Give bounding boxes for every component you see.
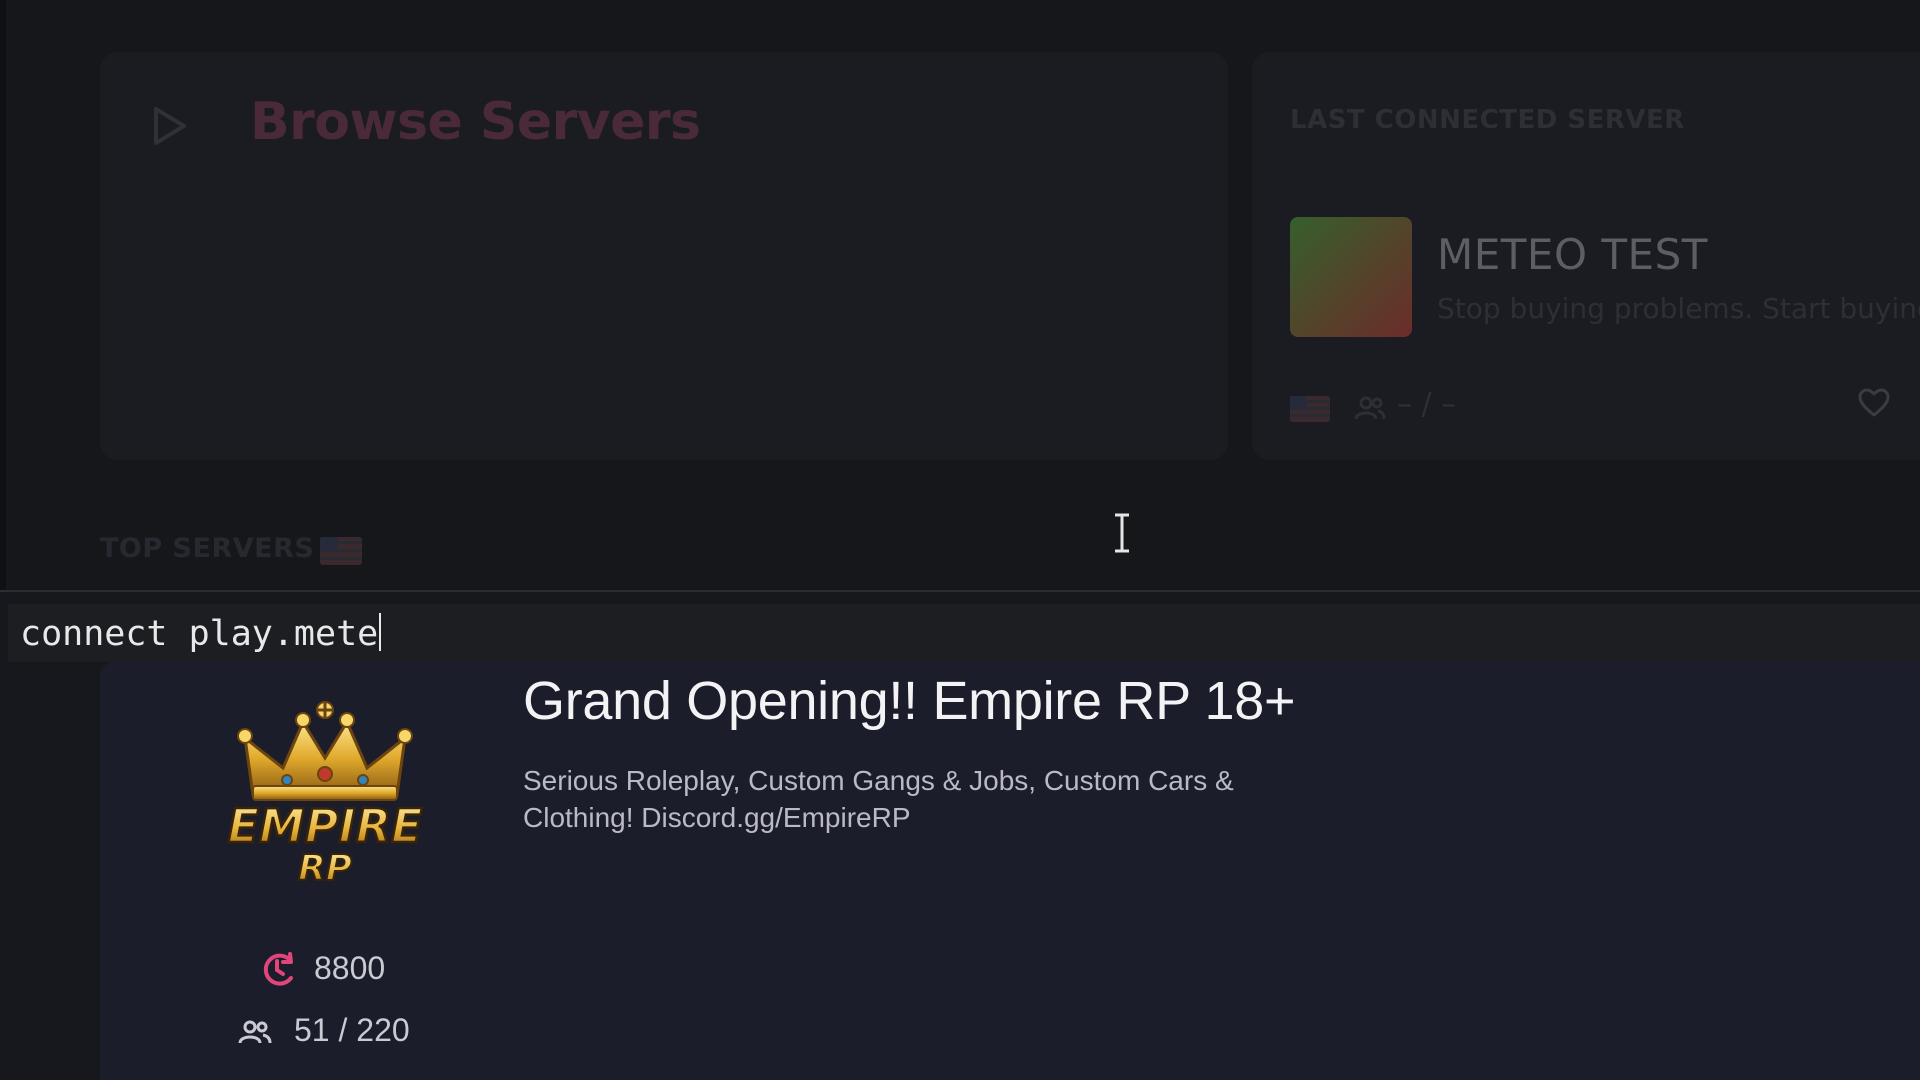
server-description: Serious Roleplay, Custom Gangs & Jobs, C… xyxy=(523,765,1234,833)
text-cursor-icon xyxy=(1115,513,1129,553)
users-icon xyxy=(1354,396,1386,420)
last-server-player-count: – / – xyxy=(1397,387,1457,422)
browse-servers-title[interactable]: Browse Servers xyxy=(250,92,701,152)
logo-text-sub: RP xyxy=(298,848,352,889)
logo-text-main: EMPIRE xyxy=(228,799,423,853)
server-player-count: 51 / 220 xyxy=(294,1012,410,1048)
users-icon xyxy=(238,1020,272,1044)
console-input[interactable]: connect play.mete xyxy=(20,612,382,656)
play-icon xyxy=(154,107,186,145)
server-boost-count: 8800 xyxy=(314,950,386,986)
heart-icon[interactable] xyxy=(1858,388,1890,418)
top-servers-heading: TOP SERVERS xyxy=(100,533,315,564)
empire-rp-logo: EMPIRE RP xyxy=(226,701,424,890)
us-flag-icon xyxy=(1290,396,1330,422)
left-edge xyxy=(0,0,6,590)
console-input-text: connect play.mete xyxy=(20,614,379,654)
server-thumbnail xyxy=(1290,217,1412,337)
last-connected-server-card[interactable]: LAST CONNECTED SERVER METEO TEST Stop bu… xyxy=(1252,52,1920,460)
last-server-description: Stop buying problems. Start buying xyxy=(1437,292,1920,325)
fivem-main-window: Browse Servers LAST CONNECTED SERVER MET… xyxy=(0,0,1920,1080)
boost-icon xyxy=(263,952,293,986)
last-connected-label: LAST CONNECTED SERVER xyxy=(1290,105,1685,135)
text-caret xyxy=(379,613,382,651)
us-flag-icon[interactable] xyxy=(320,537,362,565)
last-server-name: METEO TEST xyxy=(1437,230,1708,279)
console-divider xyxy=(0,590,1920,592)
server-title: Grand Opening!! Empire RP 18+ xyxy=(523,671,1296,731)
